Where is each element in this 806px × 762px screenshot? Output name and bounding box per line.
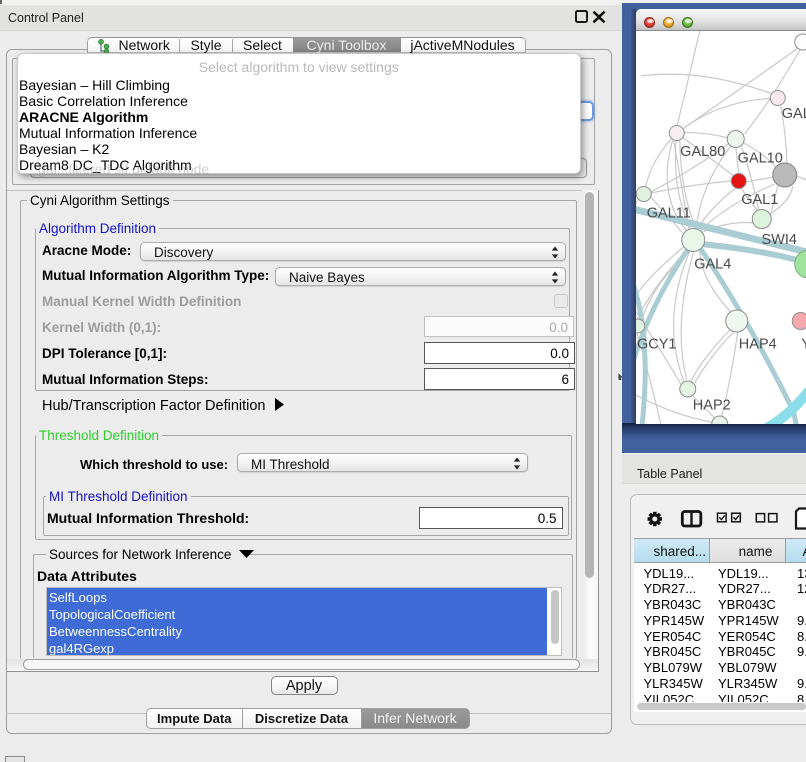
svg-text:SWI4: SWI4 [761,232,796,248]
svg-text:GAL11: GAL11 [646,206,690,222]
svg-text:HAP2: HAP2 [692,398,730,414]
svg-text:GCY1: GCY1 [637,337,677,353]
svg-text:GAL10: GAL10 [737,151,782,167]
svg-text:HAP4: HAP4 [738,337,776,353]
svg-text:YJL2: YJL2 [801,337,806,353]
svg-text:GAL4: GAL4 [694,257,731,273]
svg-text:GAL7: GAL7 [781,106,806,122]
svg-text:GAL80: GAL80 [680,144,725,160]
svg-text:GAL1: GAL1 [741,192,778,208]
